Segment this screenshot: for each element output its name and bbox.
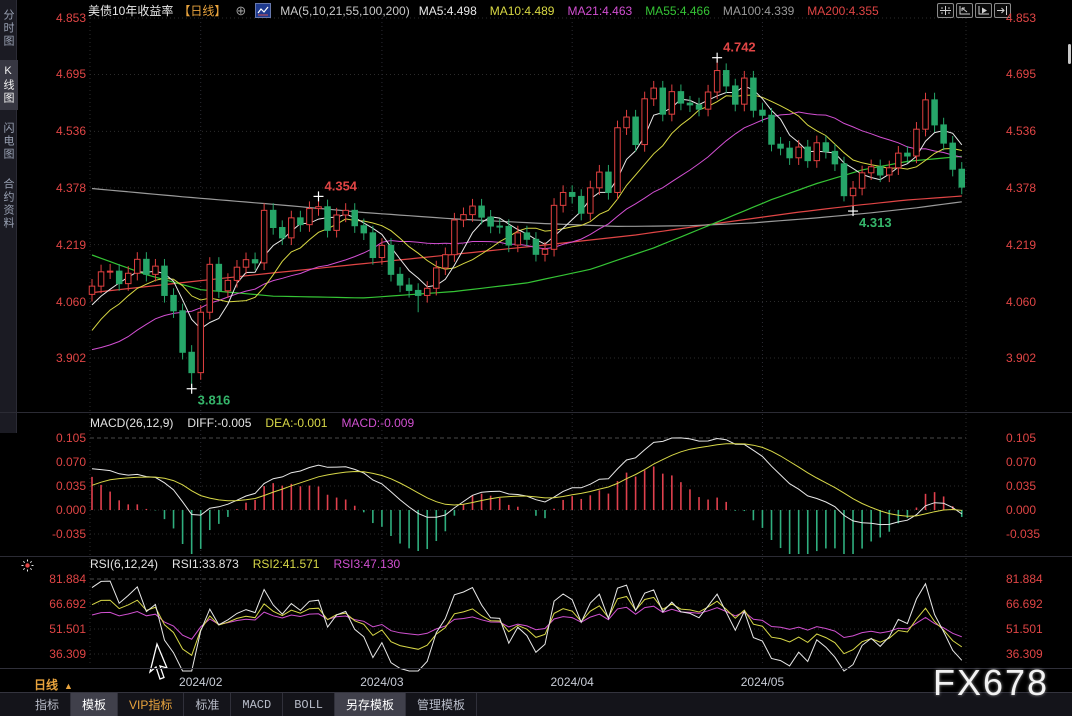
rsi-params: RSI(6,12,24) (90, 557, 159, 571)
ma-value-chip: MA5:4.498 (418, 3, 477, 18)
instrument-title: 美债10年收益率 (88, 4, 174, 18)
toolbar-tab-2[interactable]: VIP指标 (118, 693, 185, 716)
main-axis-label: 4.853 (55, 11, 86, 25)
macd-axis-label: 0.105 (55, 431, 86, 445)
main-axis-label: 4.060 (55, 294, 86, 309)
sidebar-item-1[interactable]: K线图 (0, 60, 18, 110)
ma-value-chip: MA200:4.355 (807, 3, 879, 18)
macd-params: MACD(26,12,9) (90, 416, 174, 430)
rsi-panel-header: RSI(6,12,24) RSI1:33.873 RSI2:41.571 RSI… (90, 557, 400, 571)
main-axis-label: 4.219 (1006, 237, 1037, 252)
axis-play-icon[interactable] (975, 3, 992, 18)
main-axis-label: 4.695 (55, 67, 86, 82)
macd-axis-label: 0.105 (1006, 431, 1037, 445)
main-axis-label: 4.060 (1006, 294, 1037, 309)
toolbar-tab-5[interactable]: BOLL (283, 693, 336, 716)
candlestick-layer (88, 57, 966, 389)
ma-value-chip: MA100:4.339 (722, 3, 795, 18)
watermark: FX678 (933, 662, 1050, 703)
panel-divider[interactable] (0, 412, 1072, 413)
main-axis-label: 4.536 (55, 124, 86, 139)
rsi-axis-label: 51.501 (1006, 622, 1043, 636)
chart-window-controls (937, 3, 1011, 18)
macd-axis-label: 0.070 (55, 455, 86, 469)
rsi-axis-label: 66.692 (1006, 596, 1043, 611)
time-axis-row: 日线 ▲ (0, 668, 1072, 692)
macd-axis-label: 0.070 (1006, 455, 1037, 469)
rsi-axis-label: 36.309 (49, 647, 86, 661)
main-axis-label: 4.219 (55, 237, 86, 252)
chart-window: 4.742 4.354 3.816 4.313 分时图 K线图闪电图合约资料 美债10年… (0, 0, 1072, 716)
macd-dea-value: DEA:-0.001 (265, 416, 328, 430)
ma5-line (91, 85, 963, 330)
pan-icon[interactable] (937, 3, 954, 18)
sidebar-item-0[interactable]: 分时图 (0, 4, 18, 53)
add-indicator-icon[interactable]: ⊕ (235, 4, 246, 17)
macd-diff-line (91, 437, 963, 526)
main-axis-label: 4.378 (1006, 180, 1037, 195)
macd-axis-label: 0.035 (1006, 479, 1037, 493)
chart-style-icon[interactable] (255, 3, 272, 18)
price-annotation: 3.816 (198, 393, 231, 408)
price-annotation: 4.742 (723, 40, 756, 55)
toolbar-tab-0[interactable]: 指标 (24, 693, 72, 716)
main-axis-label: 3.902 (55, 351, 86, 365)
rsi-axis-label: 36.309 (1006, 647, 1043, 661)
macd-axis-label: -0.035 (51, 526, 86, 541)
toolbar-tab-7[interactable]: 管理模板 (406, 693, 478, 716)
toolbar-tab-1[interactable]: 模板 (71, 693, 119, 716)
ma-value-chip: MA10:4.489 (489, 3, 555, 18)
price-annotation: 4.313 (859, 215, 892, 230)
rsi-axis-label: 81.884 (49, 571, 86, 586)
main-axis-label: 3.902 (1006, 351, 1037, 365)
chart-header: 美债10年收益率 【日线】 ⊕ MA(5,10,21,55,100,200) M… (88, 2, 879, 19)
ma-value-chip: MA21:4.463 (567, 3, 633, 18)
chart-type-sidebar: 分时图 K线图闪电图合约资料 (0, 0, 18, 433)
period-selector[interactable]: 日线 ▲ (34, 676, 73, 693)
ma-value-chip: MA55:4.466 (645, 3, 710, 18)
rsi2-value: RSI2:41.571 (252, 557, 320, 571)
rsi-axis-label: 66.692 (49, 596, 86, 611)
macd-diff-value: DIFF:-0.005 (187, 416, 252, 430)
macd-axis-label: 0.035 (55, 479, 86, 493)
sidebar-item-3[interactable]: 合约资料 (0, 173, 18, 235)
sidebar-item-2[interactable]: 闪电图 (0, 117, 18, 166)
rsi-axis-label: 81.884 (1006, 571, 1043, 586)
panel-divider[interactable] (0, 556, 1072, 557)
axis-range-left-icon[interactable] (956, 3, 973, 18)
toolbar-tab-4[interactable]: MACD (231, 693, 284, 716)
indicator-toolbar: 指标 模板 VIP指标 标准 MACD BOLL 另存模板 管理模板 (0, 692, 1072, 716)
toolbar-tab-6[interactable]: 另存模板 (335, 693, 407, 716)
macd-axis-label: -0.035 (1006, 526, 1041, 541)
ma-values: MA5:4.498 MA10:4.489 MA21:4.463 MA55:4.466 M… (419, 4, 879, 18)
macd-axis-label: 0.000 (1006, 503, 1037, 517)
chart-canvas[interactable]: 4.742 4.354 3.816 4.313 (0, 0, 1072, 716)
main-axis-label: 4.853 (1006, 11, 1037, 25)
ma-params-label: MA(5,10,21,55,100,200) (280, 3, 410, 18)
toolbar-tab-3[interactable]: 标准 (184, 693, 232, 716)
rsi3-value: RSI3:47.130 (333, 557, 401, 571)
macd-axis-label: 0.000 (55, 503, 86, 517)
main-axis-label: 4.378 (55, 180, 86, 195)
macd-macd-value: MACD:-0.009 (341, 416, 415, 430)
ma100-line (91, 187, 962, 228)
macd-panel-header: MACD(26,12,9) DIFF:-0.005 DEA:-0.001 MAC… (90, 416, 414, 430)
main-axis-label: 4.536 (1006, 124, 1037, 139)
triangle-up-icon: ▲ (64, 681, 73, 691)
main-axis-label: 4.695 (1006, 67, 1037, 82)
ma10-line (91, 94, 962, 331)
rsi-axis-label: 51.501 (49, 622, 86, 636)
scrollbar-thumb[interactable] (1068, 44, 1071, 64)
price-annotation: 4.354 (325, 178, 358, 193)
period-tag: 【日线】 (178, 4, 227, 18)
rsi1-value: RSI1:33.873 (172, 557, 239, 571)
